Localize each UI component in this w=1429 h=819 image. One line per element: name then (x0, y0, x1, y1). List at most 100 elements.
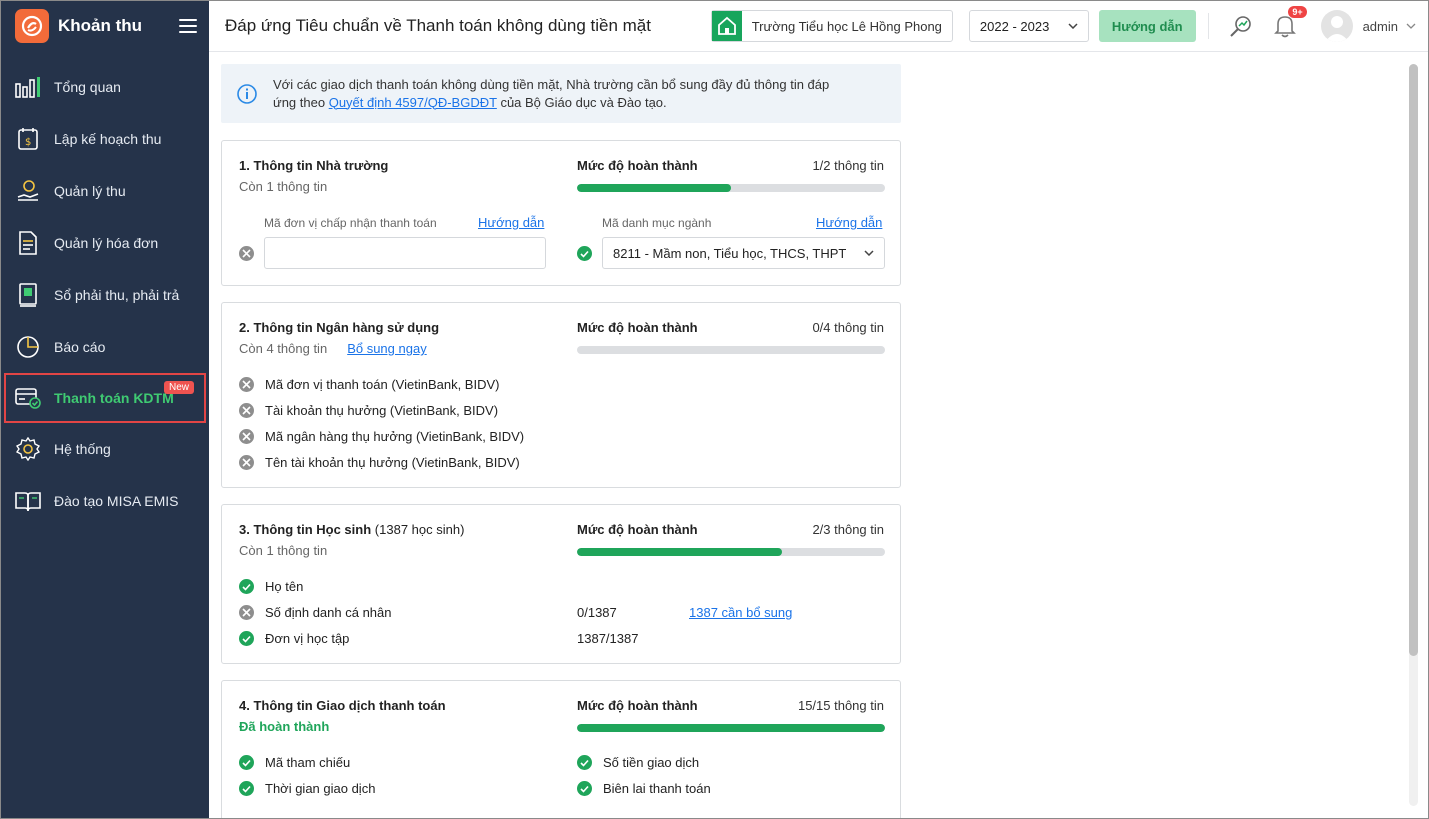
avatar (1320, 10, 1353, 42)
svg-text:$: $ (25, 137, 31, 148)
progress-bar (577, 184, 885, 192)
sidebar-item-label: Hệ thống (54, 441, 111, 457)
student-count: (1387 học sinh) (374, 522, 465, 537)
completion-count: 1/2 thông tin (812, 158, 884, 173)
school-icon (711, 11, 742, 41)
list-item: Biên lai thanh toán (577, 781, 711, 796)
sidebar-item-so-phai-thu[interactable]: Sổ phải thu, phải trả (1, 269, 209, 321)
user-menu[interactable]: admin (1320, 10, 1416, 42)
school-year-select[interactable]: 2022 - 2023 (968, 10, 1089, 42)
search-analytics-icon[interactable] (1227, 12, 1255, 40)
field-label: Mã danh mục ngành (602, 216, 712, 230)
sidebar-item-label: Sổ phải thu, phải trả (54, 287, 180, 303)
section-title: 3. Thông tin Học sinh (1387 học sinh) (239, 522, 464, 537)
completion-label: Mức độ hoàn thành (577, 522, 698, 537)
sidebar-item-quan-ly-thu[interactable]: Quản lý thu (1, 165, 209, 217)
list-item: Họ tên (239, 579, 303, 594)
supplement-link[interactable]: 1387 cần bổ sung (689, 605, 792, 620)
sidebar-item-bao-cao[interactable]: Báo cáo (1, 321, 209, 373)
sidebar-item-thanh-toan-kdtm[interactable]: Thanh toán KDTM New (4, 373, 206, 423)
scrollbar-thumb[interactable] (1409, 64, 1418, 656)
app-logo-icon (15, 9, 49, 43)
list-item: Mã ngân hàng thụ hưởng (VietinBank, BIDV… (239, 429, 524, 444)
school-year-value: 2022 - 2023 (979, 18, 1050, 34)
remaining-text: Còn 1 thông tin (239, 179, 328, 194)
completion-label: Mức độ hoàn thành (577, 698, 698, 713)
sidebar-item-he-thong[interactable]: Hệ thống (1, 423, 209, 475)
sidebar-item-label: Lập kế hoạch thu (54, 131, 162, 147)
check-icon (239, 579, 254, 594)
item-label: Mã đơn vị thanh toán (VietinBank, BIDV) (265, 377, 500, 392)
menu-toggle-icon[interactable] (179, 19, 197, 33)
check-icon (577, 246, 592, 261)
missing-icon (239, 403, 254, 418)
chevron-down-icon (1406, 23, 1416, 29)
remaining-text: Còn 1 thông tin (239, 543, 328, 558)
list-item: Đơn vị học tập (239, 631, 349, 646)
card-check-icon (14, 384, 42, 412)
sidebar-item-quan-ly-hoa-don[interactable]: Quản lý hóa đơn (1, 217, 209, 269)
guide-button[interactable]: Hướng dẫn (1098, 10, 1196, 42)
item-value: 0/1387 (577, 605, 617, 620)
completion-label: Mức độ hoàn thành (577, 320, 698, 335)
completion-label: Mức độ hoàn thành (577, 158, 698, 173)
item-label: Mã tham chiếu (265, 755, 351, 770)
completed-text: Đã hoàn thành (239, 719, 330, 734)
sidebar-item-dao-tao[interactable]: Đào tạo MISA EMIS (1, 475, 209, 527)
item-label: Số tiền giao dịch (603, 755, 700, 770)
list-item: Tài khoản thụ hưởng (VietinBank, BIDV) (239, 403, 498, 418)
check-icon (239, 755, 254, 770)
pie-chart-icon (14, 333, 42, 361)
sidebar-item-label: Quản lý hóa đơn (54, 235, 159, 251)
list-item: Mã đơn vị thanh toán (VietinBank, BIDV) (239, 377, 499, 392)
missing-icon (239, 429, 254, 444)
guide-link[interactable]: Hướng dẫn (816, 215, 882, 230)
top-header: Đáp ứng Tiêu chuẩn về Thanh toán không d… (209, 1, 1428, 52)
sidebar-item-lap-ke-hoach-thu[interactable]: $ Lập kế hoạch thu (1, 113, 209, 165)
school-selector[interactable]: Trường Tiểu học Lê Hồng Phong (710, 10, 953, 42)
chevron-down-icon (1068, 23, 1078, 29)
item-label: Mã ngân hàng thụ hưởng (VietinBank, BIDV… (265, 429, 525, 444)
list-item: Thời gian giao dịch (239, 781, 375, 796)
item-value: 1387/1387 (577, 631, 639, 646)
item-label: Tài khoản thụ hưởng (VietinBank, BIDV) (265, 403, 499, 418)
info-text-after: của Bộ Giáo dục và Đào tạo. (496, 94, 667, 110)
completion-count: 15/15 thông tin (797, 698, 884, 713)
progress-bar (577, 346, 885, 354)
chart-bar-icon (14, 73, 42, 101)
sidebar-item-label: Tổng quan (54, 79, 121, 95)
decision-link[interactable]: Quyết định 4597/QĐ-BGDĐT (329, 95, 497, 110)
list-item: Số tiền giao dịch (577, 755, 699, 770)
info-icon (237, 83, 257, 104)
section-title: 4. Thông tin Giao dịch thanh toán (239, 698, 446, 713)
section-bank-info: 2. Thông tin Ngân hàng sử dụng Còn 4 thô… (221, 302, 901, 488)
book-icon (14, 487, 42, 515)
add-now-link[interactable]: Bổ sung ngay (347, 341, 427, 356)
sidebar-item-tong-quan[interactable]: Tổng quan (1, 61, 209, 113)
missing-icon (239, 377, 254, 392)
item-label: Biên lai thanh toán (603, 781, 711, 796)
check-icon (239, 631, 254, 646)
section-school-info: 1. Thông tin Nhà trường Còn 1 thông tin … (221, 140, 901, 286)
chevron-down-icon (864, 250, 874, 256)
list-item: Số định danh cá nhân (239, 605, 392, 620)
remaining-text: Còn 4 thông tin (239, 341, 328, 356)
missing-icon (239, 455, 254, 470)
section-student-info: 3. Thông tin Học sinh (1387 học sinh) Cò… (221, 504, 901, 664)
sidebar-item-label: Quản lý thu (54, 183, 126, 199)
user-name: admin (1362, 18, 1398, 34)
bell-icon[interactable]: 9+ (1271, 6, 1307, 40)
guide-link[interactable]: Hướng dẫn (478, 215, 544, 230)
sidebar-item-label: Báo cáo (54, 339, 106, 355)
info-text: Với các giao dịch thanh toán không dùng … (273, 76, 853, 112)
industry-code-value: 8211 - Mầm non, Tiểu học, THCS, THPT (613, 245, 847, 261)
merchant-code-input[interactable] (264, 237, 546, 269)
list-item: Mã tham chiếu (239, 755, 350, 770)
section-title: 2. Thông tin Ngân hàng sử dụng (239, 320, 440, 335)
completion-count: 2/3 thông tin (812, 522, 884, 537)
sidebar-item-label: Đào tạo MISA EMIS (54, 493, 179, 509)
page-title: Đáp ứng Tiêu chuẩn về Thanh toán không d… (225, 16, 651, 35)
industry-code-select[interactable]: 8211 - Mầm non, Tiểu học, THCS, THPT (602, 237, 885, 269)
vertical-scrollbar[interactable] (1409, 64, 1418, 806)
calendar-money-icon: $ (14, 125, 42, 153)
